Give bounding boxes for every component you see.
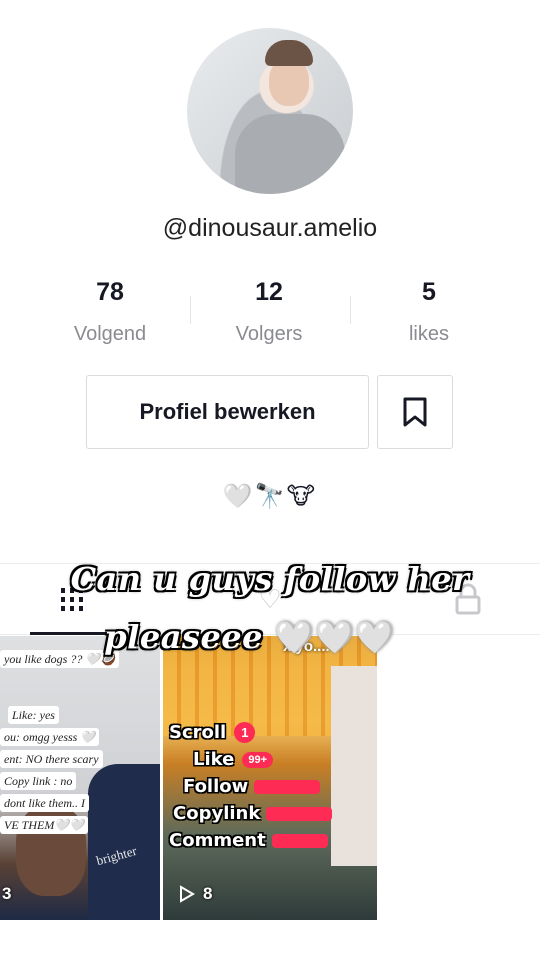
stat-followers-count: 12 (255, 278, 283, 306)
notification-pill (271, 833, 328, 848)
stat-likes-label: likes (408, 323, 449, 345)
stat-followers[interactable]: 12 Volgers (199, 278, 339, 346)
caption-line: Like: yes (8, 706, 160, 724)
stat-divider (350, 296, 351, 324)
overlay-row: Comment (169, 830, 328, 851)
edit-profile-button[interactable]: Profiel bewerken (86, 375, 369, 449)
caption-line: dont like them.. I (0, 794, 160, 812)
bookmark-icon (403, 397, 427, 427)
overlay-row: Scroll 1 (169, 722, 256, 743)
notification-pill (266, 806, 333, 821)
stat-divider (190, 296, 191, 324)
profile-bio: 🤍🔭🐮 (222, 483, 318, 510)
stat-following[interactable]: 78 Volgend (40, 278, 180, 346)
avatar-body (235, 114, 345, 194)
notification-badge: 99+ (242, 751, 274, 768)
overlay-word: Follow (183, 776, 249, 797)
caption-line: ou: omgg yesss 🤍 (0, 728, 160, 746)
notification-pill (254, 779, 321, 794)
avatar-hair (265, 40, 313, 66)
stat-followers-label: Volgers (235, 323, 303, 345)
play-icon (180, 885, 195, 903)
caption-line: Copy link : no (0, 772, 160, 790)
overlay-row: Follow (183, 776, 321, 797)
play-count: 3 (2, 884, 12, 903)
overlay-hearts: 🤍🤍🤍 (274, 618, 396, 656)
overlay-caption-line2: pleaseee 🤍🤍🤍 (0, 618, 520, 656)
overlay-word: Like (193, 749, 235, 770)
play-count-row: 8 (179, 884, 212, 904)
notification-badge: 1 (234, 722, 256, 743)
video-thumbnail[interactable]: Scroll 1 Like 99+ Follow Copylink Commen… (163, 636, 377, 920)
overlay-word: Comment (169, 830, 266, 851)
play-count: 8 (203, 884, 213, 903)
stat-likes[interactable]: 5 likes (359, 278, 499, 346)
overlay-row: Copylink (173, 803, 333, 824)
thumbnail-wall (331, 666, 377, 866)
overlay-caption-line1: Can u guys follow her (70, 560, 470, 598)
overlay-word: Scroll (169, 722, 227, 743)
video-thumbnail[interactable]: you like dogs ?? 🤍🥥 Like: yes ou: omgg y… (0, 636, 160, 920)
stat-following-count: 78 (96, 278, 124, 306)
caption-line: ent: NO there scary (0, 750, 160, 768)
overlay-caption-text: pleaseee (104, 618, 264, 656)
profile-avatar[interactable] (187, 28, 353, 194)
stat-likes-count: 5 (422, 278, 436, 306)
overlay-row: Like 99+ (193, 749, 274, 770)
overlay-word: Copylink (173, 803, 261, 824)
favorites-button[interactable] (377, 375, 453, 449)
profile-username: @dinousaur.amelio (162, 214, 378, 242)
stat-following-label: Volgend (73, 323, 147, 345)
caption-line: VE THEM🤍🤍 (0, 816, 160, 834)
